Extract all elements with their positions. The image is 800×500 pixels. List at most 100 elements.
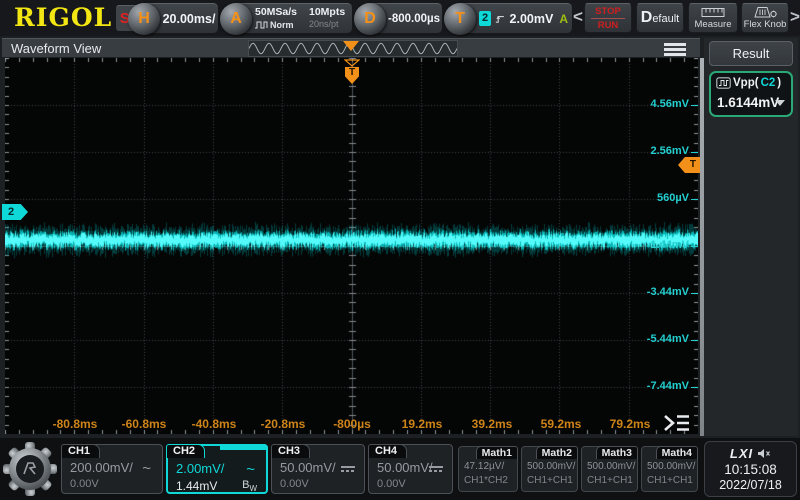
measurement-channel: C2 xyxy=(761,77,776,89)
math4-expression: CH1+CH1 xyxy=(647,475,693,486)
channel4-offset: 0.00V xyxy=(377,478,406,490)
system-status-box[interactable]: LXI 10:15:08 2022/07/18 xyxy=(704,441,797,497)
acquire-mode: Norm xyxy=(270,20,294,30)
top-status-bar: RIGOL STOP H 20.00ms/ A 50MSa/s 10Mpts N… xyxy=(0,0,800,36)
rigol-logo: RIGOL xyxy=(14,3,112,32)
knob-icon xyxy=(752,6,778,18)
acquire-group[interactable]: A 50MSa/s 10Mpts Norm 20ns/pt xyxy=(222,3,352,33)
channel3-offset: 0.00V xyxy=(280,478,309,490)
speaker-mute-icon xyxy=(757,448,771,459)
math4-box[interactable]: Math4 500.00mV/ CH1+CH1 xyxy=(641,446,698,492)
channel1-scale: 200.00mV/ xyxy=(70,460,133,475)
channel2-offset: 1.44mV xyxy=(176,479,217,493)
memory-depth: 10Mpts xyxy=(309,6,351,19)
time-label: 39.2ms xyxy=(461,417,523,431)
math3-label: Math3 xyxy=(596,446,638,459)
toolbar-prev-arrow[interactable]: < xyxy=(572,7,584,27)
ac-coupling-icon: ~ xyxy=(246,461,255,478)
rigol-gear-menu-button[interactable] xyxy=(2,441,58,497)
acquire-knob[interactable]: A xyxy=(220,3,252,35)
stop-run-button[interactable]: STOP RUN xyxy=(584,3,632,33)
flex-knob-button[interactable]: Flex Knob xyxy=(741,3,789,33)
horizontal-group[interactable]: H 20.00ms/ xyxy=(130,3,218,33)
next-page-menu-icon[interactable] xyxy=(660,412,692,434)
horizontal-knob[interactable]: H xyxy=(128,3,160,35)
math1-box[interactable]: Math1 47.12µV/ CH1*CH2 xyxy=(458,446,518,492)
ac-coupling-icon: ~ xyxy=(142,460,151,477)
time-label: 59.2ms xyxy=(530,417,592,431)
waveform-display[interactable] xyxy=(5,58,698,434)
time-label: -60.8ms xyxy=(113,417,175,431)
time-label: -800µs xyxy=(321,417,383,431)
delay-knob[interactable]: D xyxy=(354,3,386,35)
channel3-label: CH3 xyxy=(271,444,310,458)
math3-box[interactable]: Math3 500.00mV/ CH1+CH1 xyxy=(581,446,638,492)
lxi-logo: LXI xyxy=(730,446,753,461)
ruler-icon xyxy=(701,7,725,18)
channel3-scale: 50.00mV/ xyxy=(280,460,336,475)
toolbar-next-arrow[interactable]: > xyxy=(789,7,800,27)
measure-button[interactable]: Measure xyxy=(688,3,738,33)
time-label: 79.2ms xyxy=(599,417,661,431)
voltage-label: -1.44mV xyxy=(647,239,698,251)
voltage-label: 560µV xyxy=(657,192,698,204)
channel1-label: CH1 xyxy=(61,444,100,458)
voltage-label: -5.44mV xyxy=(647,333,698,345)
delay-group[interactable]: D -800.00µs xyxy=(356,3,442,33)
timebase-trigger-position-marker[interactable] xyxy=(343,41,359,51)
math2-box[interactable]: Math2 500.00mV/ CH1+CH1 xyxy=(521,446,578,492)
math1-label: Math1 xyxy=(476,446,518,459)
math4-scale: 500.00mV/ xyxy=(647,461,695,472)
voltage-label: 2.56mV xyxy=(650,145,698,157)
voltage-label: -7.44mV xyxy=(647,380,698,392)
math4-label: Math4 xyxy=(656,446,698,459)
math2-expression: CH1+CH1 xyxy=(527,475,573,486)
trigger-source-badge: 2 xyxy=(479,11,491,26)
dc-coupling-icon xyxy=(341,466,355,472)
trigger-sweep-mode: A xyxy=(559,12,568,26)
measurement-value: 1.6144mV xyxy=(717,95,779,110)
run-label: RUN xyxy=(591,18,625,31)
math1-scale: 47.12µV/ xyxy=(464,461,504,472)
channel2-active-strip xyxy=(220,444,268,450)
channel2-scale: 2.00mV/ xyxy=(176,461,224,476)
math1-expression: CH1*CH2 xyxy=(464,475,508,486)
result-panel-title: Result xyxy=(709,41,793,66)
menu-icon[interactable] xyxy=(664,43,686,58)
chevron-down-icon[interactable] xyxy=(775,100,785,106)
trigger-group[interactable]: T 2 2.00mV A xyxy=(446,3,572,33)
trigger-knob[interactable]: T xyxy=(444,3,476,35)
waveform-view-header: Waveform View xyxy=(2,38,700,57)
default-button[interactable]: Default xyxy=(636,3,684,33)
time-label: 19.2ms xyxy=(391,417,453,431)
rising-edge-icon xyxy=(495,12,505,26)
math2-label: Math2 xyxy=(536,446,578,459)
voltage-label: -3.44mV xyxy=(647,286,698,298)
timebase-scale: 20.00ms/ xyxy=(164,4,214,33)
dc-coupling-icon xyxy=(429,466,443,472)
time-label: -20.8ms xyxy=(252,417,314,431)
waveform-view-title: Waveform View xyxy=(11,41,101,56)
channel-status-bar: CH1 200.00mV/ ~ 0.00V CH2 2.00mV/ ~ 1.44… xyxy=(0,438,800,500)
vpp-icon xyxy=(716,77,731,89)
result-panel: Result Vpp(C2) 1.6144mV xyxy=(704,38,798,436)
trigger-level: 2.00mV xyxy=(510,12,554,26)
trigger-position-outline-icon xyxy=(344,59,360,67)
measurement-vpp-card[interactable]: Vpp(C2) 1.6144mV xyxy=(709,71,793,117)
channel1-box[interactable]: CH1 200.00mV/ ~ 0.00V xyxy=(61,444,163,494)
channel4-label: CH4 xyxy=(368,444,407,458)
trigger-delay-value: -800.00µs xyxy=(390,4,438,33)
channel1-offset: 0.00V xyxy=(70,478,99,490)
math3-scale: 500.00mV/ xyxy=(587,461,635,472)
channel2-box[interactable]: CH2 2.00mV/ ~ 1.44mV BW xyxy=(166,444,268,494)
sample-rate: 50MSa/s xyxy=(255,6,309,19)
bandwidth-limit-badge: BW xyxy=(242,479,257,493)
channel4-box[interactable]: CH4 50.00mV/ 0.00V xyxy=(368,444,453,494)
time-label: -40.8ms xyxy=(183,417,245,431)
voltage-label: 4.56mV xyxy=(650,98,698,110)
system-date: 2022/07/18 xyxy=(719,478,782,492)
timebase-overview-strip[interactable] xyxy=(248,40,458,57)
math2-scale: 500.00mV/ xyxy=(527,461,575,472)
channel3-box[interactable]: CH3 50.00mV/ 0.00V xyxy=(271,444,365,494)
system-time: 10:15:08 xyxy=(724,462,777,477)
